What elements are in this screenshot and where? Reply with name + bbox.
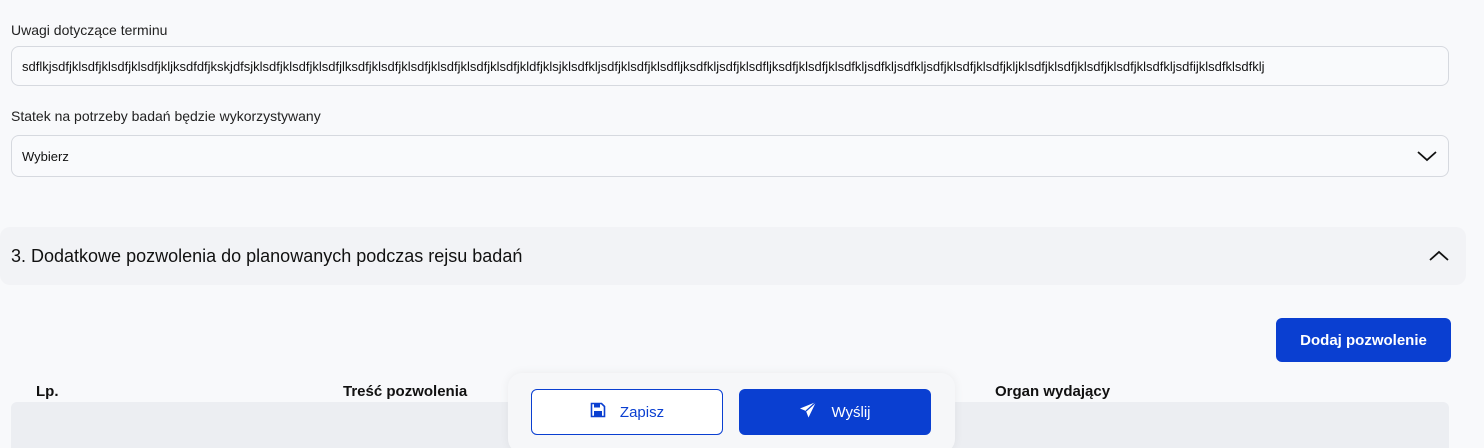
chevron-up-icon	[1428, 249, 1450, 263]
send-button[interactable]: Wyślij	[739, 389, 931, 435]
chevron-down-icon	[1416, 149, 1438, 163]
notes-value: sdflkjsdfjklsdfjklsdfjklsdfjkljksdfdfjks…	[22, 58, 1265, 74]
ship-label: Statek na potrzeby badań będzie wykorzys…	[11, 108, 321, 124]
floppy-disk-icon	[590, 402, 606, 422]
notes-label: Uwagi dotyczące terminu	[11, 22, 168, 38]
paper-plane-icon	[799, 401, 817, 423]
column-header-content: Treść pozwolenia	[343, 383, 468, 400]
ship-select-value: Wybierz	[22, 148, 69, 164]
send-label: Wyślij	[831, 403, 871, 421]
ship-select[interactable]: Wybierz	[11, 135, 1449, 177]
save-label: Zapisz	[619, 403, 665, 421]
save-button[interactable]: Zapisz	[531, 389, 723, 435]
add-permission-button[interactable]: Dodaj pozwolenie	[1276, 318, 1451, 362]
section-title: 3. Dodatkowe pozwolenia do planowanych p…	[11, 245, 523, 266]
column-header-authority: Organ wydający	[995, 383, 1111, 400]
column-header-number: Lp.	[36, 383, 59, 400]
notes-field[interactable]: sdflkjsdfjklsdfjklsdfjklsdfjkljksdfdfjks…	[11, 46, 1449, 86]
page: Uwagi dotyczące terminu sdflkjsdfjklsdfj…	[0, 0, 1484, 448]
section-permissions-header[interactable]: 3. Dodatkowe pozwolenia do planowanych p…	[0, 227, 1466, 285]
